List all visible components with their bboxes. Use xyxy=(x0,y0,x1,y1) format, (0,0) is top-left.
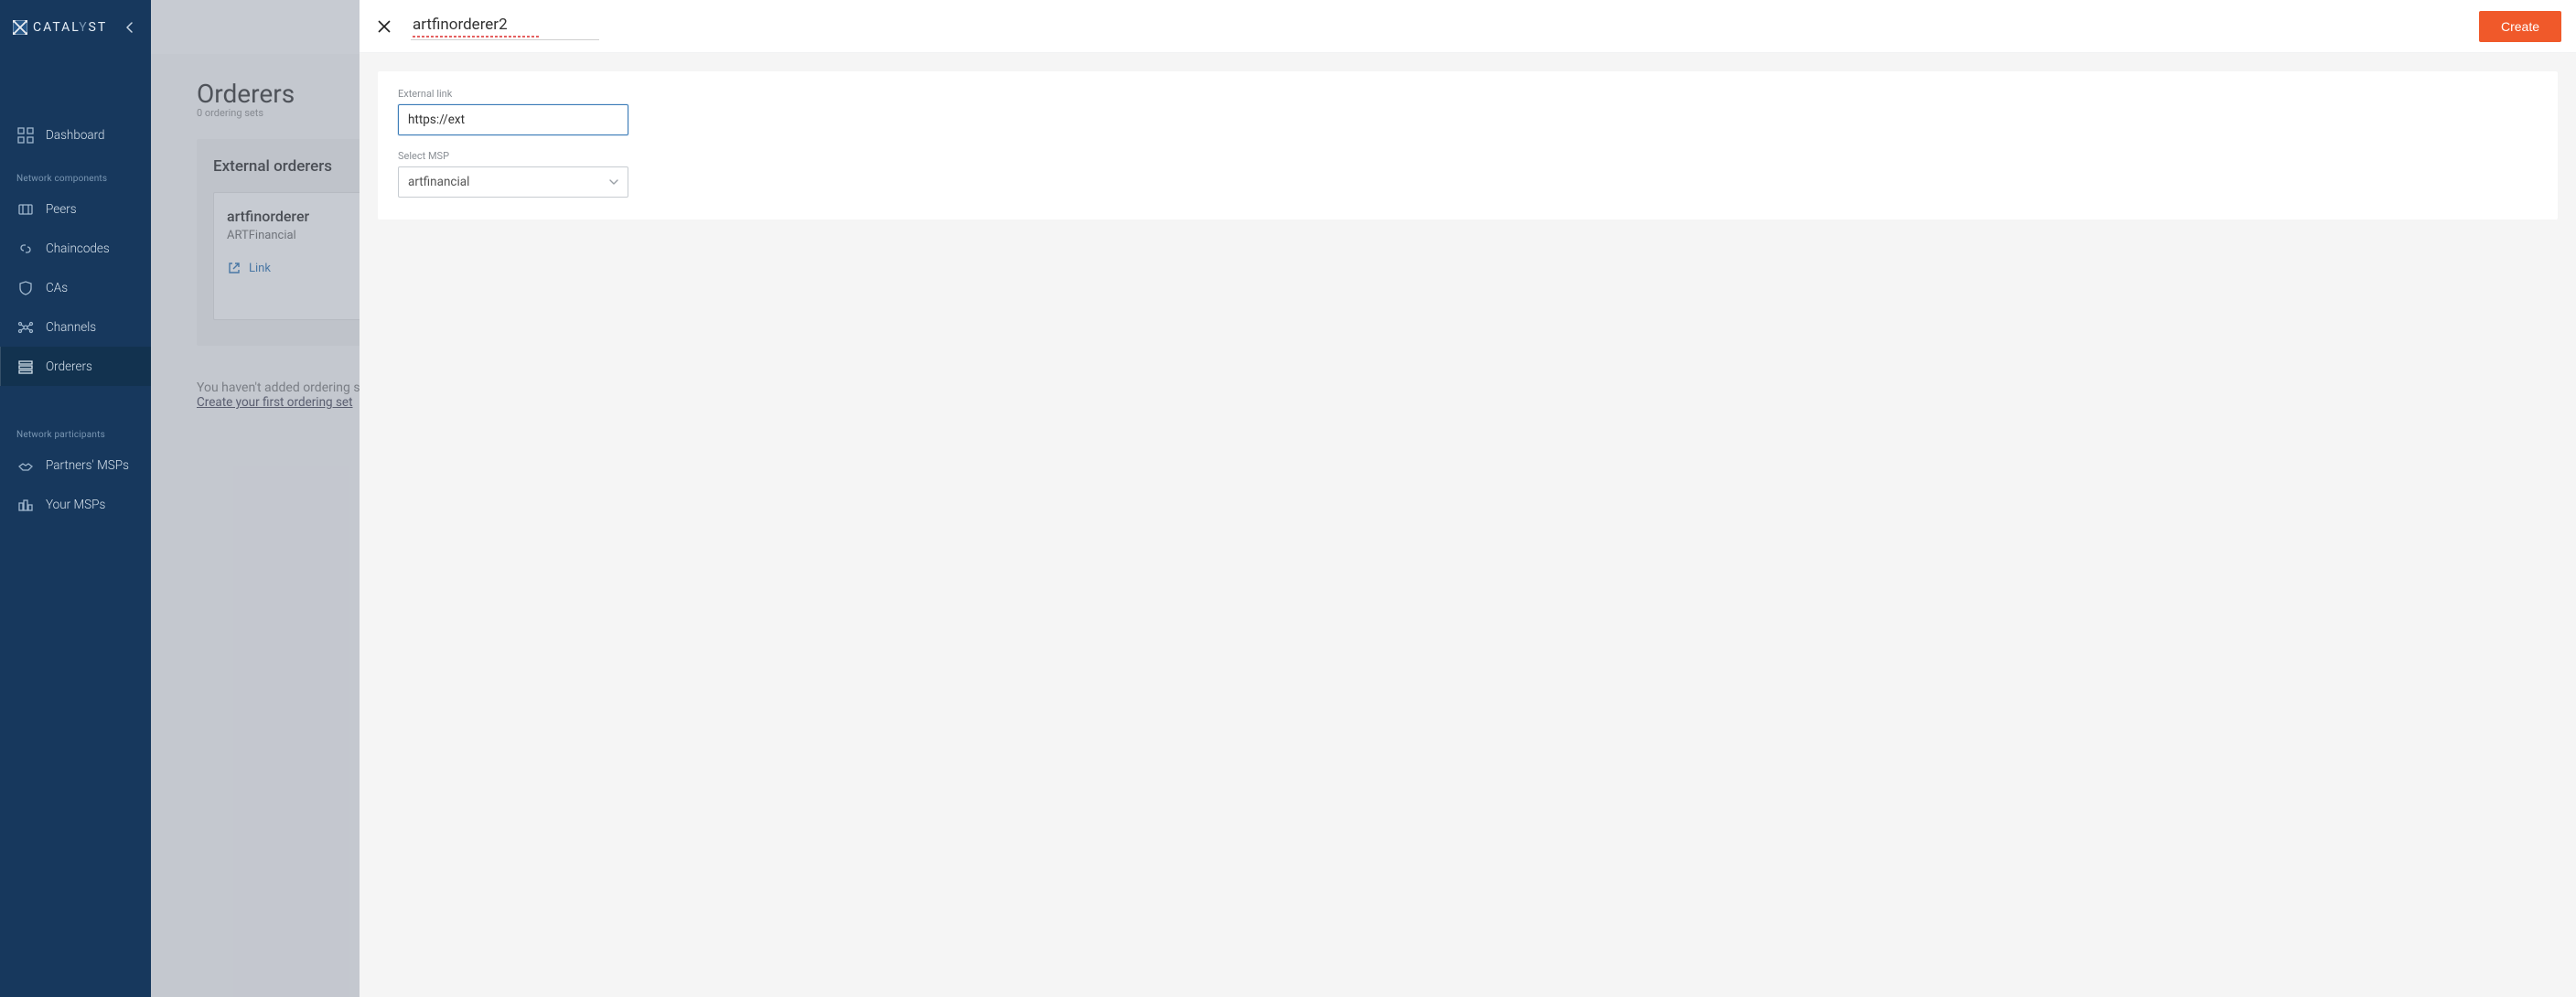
sidebar: CATALYST Dashboard Network components Pe… xyxy=(0,0,151,997)
sidebar-item-partners-msps[interactable]: Partners' MSPs xyxy=(0,445,151,485)
sidebar-item-peers[interactable]: Peers xyxy=(0,189,151,229)
app-root: CATALYST Dashboard Network components Pe… xyxy=(0,0,2576,997)
modal-body: External link Select MSP artfinancial xyxy=(360,53,2576,238)
collapse-sidebar-button[interactable] xyxy=(122,19,138,36)
chevron-down-icon xyxy=(609,177,618,187)
sidebar-item-label: Chaincodes xyxy=(46,241,110,256)
form-card: External link Select MSP artfinancial xyxy=(378,71,2558,220)
sidebar-item-label: Channels xyxy=(46,320,96,335)
orderers-icon xyxy=(16,358,35,376)
peers-icon xyxy=(16,200,35,219)
sidebar-item-chaincodes[interactable]: Chaincodes xyxy=(0,229,151,268)
external-link-input[interactable] xyxy=(398,104,628,135)
select-msp-label: Select MSP xyxy=(398,150,2538,162)
main-area: Orderers 0 ordering sets External ordere… xyxy=(151,0,2576,997)
dashboard-icon xyxy=(16,126,35,145)
cas-icon xyxy=(16,279,35,297)
sidebar-item-orderers[interactable]: Orderers xyxy=(0,347,151,386)
sidebar-section-participants: Network participants xyxy=(0,417,151,445)
sidebar-item-your-msps[interactable]: Your MSPs xyxy=(0,485,151,524)
spellcheck-underline xyxy=(413,36,541,38)
sidebar-item-cas[interactable]: CAs xyxy=(0,268,151,307)
partners-icon xyxy=(16,456,35,475)
sidebar-item-label: Your MSPs xyxy=(46,498,105,512)
modal-header: Create xyxy=(360,0,2576,53)
sidebar-section-components: Network components xyxy=(0,161,151,189)
sidebar-item-label: Peers xyxy=(46,202,77,217)
sidebar-item-label: Partners' MSPs xyxy=(46,458,129,473)
orderer-name-field[interactable] xyxy=(411,12,599,40)
sidebar-item-label: Dashboard xyxy=(46,128,105,143)
external-link-field: External link xyxy=(398,88,2538,135)
external-link-label: External link xyxy=(398,88,2538,100)
sidebar-item-channels[interactable]: Channels xyxy=(0,307,151,347)
brand-text: CATALYST xyxy=(33,20,107,35)
brand-mark-icon xyxy=(13,20,27,35)
sidebar-item-dashboard[interactable]: Dashboard xyxy=(0,110,151,161)
chaincodes-icon xyxy=(16,240,35,258)
select-msp-value: artfinancial xyxy=(408,175,469,189)
channels-icon xyxy=(16,318,35,337)
select-msp-dropdown[interactable]: artfinancial xyxy=(398,166,628,198)
select-msp-field: Select MSP artfinancial xyxy=(398,150,2538,198)
brand-logo: CATALYST xyxy=(13,20,107,35)
close-modal-button[interactable] xyxy=(370,13,398,40)
your-msps-icon xyxy=(16,496,35,514)
sidebar-item-label: Orderers xyxy=(46,359,92,374)
create-button[interactable]: Create xyxy=(2479,11,2561,42)
create-orderer-modal: Create External link Select MSP artfinan… xyxy=(360,0,2576,997)
sidebar-header: CATALYST xyxy=(0,0,151,55)
sidebar-spacer xyxy=(0,55,151,110)
sidebar-item-label: CAs xyxy=(46,281,68,295)
